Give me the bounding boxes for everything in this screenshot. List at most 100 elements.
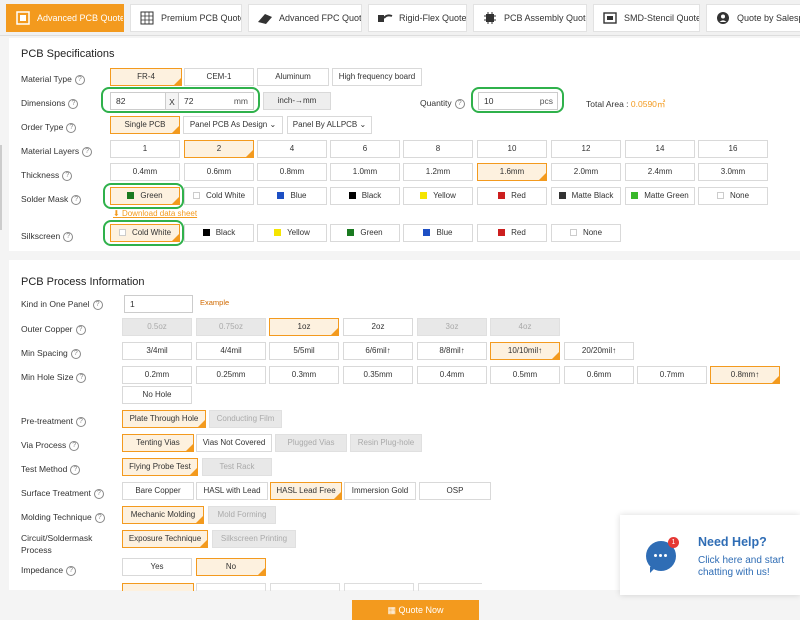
kind-in-panel-input[interactable]: 1 <box>124 295 193 313</box>
min-spacing-option[interactable]: 3/4mil <box>122 342 192 360</box>
solder-mask-option[interactable]: Matte Green <box>625 187 695 205</box>
impedance-option[interactable]: Yes <box>122 558 192 576</box>
outer-copper-option[interactable]: 2oz <box>343 318 413 336</box>
example-link[interactable]: Example <box>200 298 229 307</box>
outer-copper-option[interactable]: 0.5oz <box>122 318 192 336</box>
min-hole-option[interactable]: 0.35mm <box>343 366 413 384</box>
thickness-option[interactable]: 3.0mm <box>698 163 768 181</box>
help-icon[interactable]: ? <box>63 231 74 242</box>
quote-now-button[interactable]: ▦ Quote Now <box>352 600 479 620</box>
test-method-option[interactable]: Test Rack <box>202 458 272 476</box>
help-icon[interactable]: ? <box>82 146 93 157</box>
outer-copper-option[interactable]: 4oz <box>490 318 560 336</box>
layers-option[interactable]: 1 <box>110 140 180 158</box>
help-icon[interactable]: ? <box>94 512 105 523</box>
solder-mask-option[interactable]: None <box>698 187 768 205</box>
inch-mm-toggle[interactable]: inch-→mm <box>263 92 331 110</box>
thickness-option[interactable]: 1.0mm <box>330 163 400 181</box>
surface-treatment-option[interactable]: Bare Copper <box>122 482 194 500</box>
surface-treatment-option[interactable]: HASL Lead Free <box>270 482 342 500</box>
silkscreen-option[interactable]: Yellow <box>257 224 327 242</box>
min-spacing-option[interactable]: 4/4mil <box>196 342 266 360</box>
thickness-option[interactable]: 2.0mm <box>551 163 621 181</box>
min-hole-option[interactable]: 0.3mm <box>269 366 339 384</box>
help-icon[interactable]: ? <box>74 74 85 85</box>
download-data-sheet-link[interactable]: ⬇ Download data sheet <box>113 209 197 218</box>
tab-pcb-assembly-quote[interactable]: PCB Assembly Quote <box>473 4 587 32</box>
layers-option[interactable]: 6 <box>330 140 400 158</box>
order-panel-as-design[interactable]: Panel PCB As Design ⌄ <box>183 116 283 134</box>
help-icon[interactable]: ? <box>93 488 104 499</box>
thickness-option[interactable]: 2.4mm <box>625 163 695 181</box>
thickness-option[interactable]: 0.6mm <box>184 163 254 181</box>
tab-advanced-pcb-quote[interactable]: Advanced PCB Quote <box>6 4 124 32</box>
tab-smd-stencil-quote[interactable]: SMD-Stencil Quote <box>593 4 700 32</box>
min-spacing-option[interactable]: 20/20mil↑ <box>564 342 634 360</box>
help-icon[interactable]: ? <box>454 98 465 109</box>
help-icon[interactable]: ? <box>62 170 73 181</box>
min-hole-option[interactable]: 0.7mm <box>637 366 707 384</box>
outer-copper-option[interactable]: 3oz <box>417 318 487 336</box>
circuit-process-option[interactable]: Silkscreen Printing <box>212 530 296 548</box>
min-spacing-option[interactable]: 8/8mil↑ <box>417 342 487 360</box>
material-aluminum[interactable]: Aluminum <box>257 68 329 86</box>
material-fr4[interactable]: FR-4 <box>110 68 182 86</box>
silkscreen-option[interactable]: None <box>551 224 621 242</box>
via-process-option[interactable]: Plugged Vias <box>275 434 347 452</box>
molding-option[interactable]: Mechanic Molding <box>122 506 204 524</box>
help-icon[interactable]: ? <box>70 348 81 359</box>
layers-option[interactable]: 8 <box>403 140 473 158</box>
layers-option[interactable]: 12 <box>551 140 621 158</box>
via-process-option[interactable]: Tenting Vias <box>122 434 194 452</box>
min-hole-option[interactable]: 0.25mm <box>196 366 266 384</box>
material-high-frequency[interactable]: High frequency board <box>332 68 422 86</box>
help-icon[interactable]: ? <box>66 565 77 576</box>
min-hole-option[interactable]: 0.6mm <box>564 366 634 384</box>
order-single-pcb[interactable]: Single PCB <box>110 116 180 134</box>
min-spacing-option[interactable]: 5/5mil <box>269 342 339 360</box>
min-hole-option[interactable]: 0.8mm↑ <box>710 366 780 384</box>
molding-option[interactable]: Mold Forming <box>208 506 276 524</box>
help-icon[interactable]: ? <box>69 440 80 451</box>
tab-rigid-flex-quote[interactable]: Rigid-Flex Quote <box>368 4 467 32</box>
thickness-option[interactable]: 1.6mm <box>477 163 547 181</box>
solder-mask-option[interactable]: Yellow <box>403 187 473 205</box>
thickness-option[interactable]: 0.4mm <box>110 163 180 181</box>
layers-option[interactable]: 2 <box>184 140 254 158</box>
help-icon[interactable]: ? <box>71 194 82 205</box>
help-icon[interactable]: ? <box>70 464 81 475</box>
help-icon[interactable]: ? <box>66 122 77 133</box>
silkscreen-option[interactable]: Green <box>330 224 400 242</box>
layers-option[interactable]: 10 <box>477 140 547 158</box>
min-spacing-option[interactable]: 6/6mil↑ <box>343 342 413 360</box>
solder-mask-option[interactable]: Matte Black <box>551 187 621 205</box>
help-icon[interactable]: ? <box>68 98 79 109</box>
impedance-option[interactable]: No <box>196 558 266 576</box>
material-cem1[interactable]: CEM-1 <box>184 68 254 86</box>
tab-quote-by-salesperson[interactable]: Quote by Salesperson <box>706 4 800 32</box>
surface-treatment-option[interactable]: OSP <box>419 482 491 500</box>
test-method-option[interactable]: Flying Probe Test <box>122 458 198 476</box>
outer-copper-option[interactable]: 1oz <box>269 318 339 336</box>
min-hole-option[interactable]: 0.2mm <box>122 366 192 384</box>
silkscreen-option[interactable]: Black <box>184 224 254 242</box>
min-hole-option[interactable]: 0.5mm <box>490 366 560 384</box>
via-process-option[interactable]: Vias Not Covered <box>196 434 272 452</box>
min-hole-option[interactable]: 0.4mm <box>417 366 487 384</box>
help-icon[interactable]: ? <box>92 299 103 310</box>
pretreatment-option[interactable]: Conducting Film <box>209 410 282 428</box>
solder-mask-option[interactable]: Black <box>330 187 400 205</box>
help-icon[interactable]: ? <box>75 324 86 335</box>
silkscreen-option[interactable]: Blue <box>403 224 473 242</box>
tab-advanced-fpc-quote[interactable]: Advanced FPC Quote <box>248 4 362 32</box>
min-spacing-option[interactable]: 10/10mil↑ <box>490 342 560 360</box>
via-process-option[interactable]: Resin Plug-hole <box>350 434 422 452</box>
thickness-option[interactable]: 0.8mm <box>257 163 327 181</box>
surface-treatment-option[interactable]: Immersion Gold <box>344 482 416 500</box>
need-help-widget[interactable]: 1 Need Help? Click here and start chattin… <box>620 515 800 595</box>
layers-option[interactable]: 16 <box>698 140 768 158</box>
solder-mask-option[interactable]: Red <box>477 187 547 205</box>
layers-option[interactable]: 14 <box>625 140 695 158</box>
outer-copper-option[interactable]: 0.75oz <box>196 318 266 336</box>
silkscreen-option[interactable]: Red <box>477 224 547 242</box>
